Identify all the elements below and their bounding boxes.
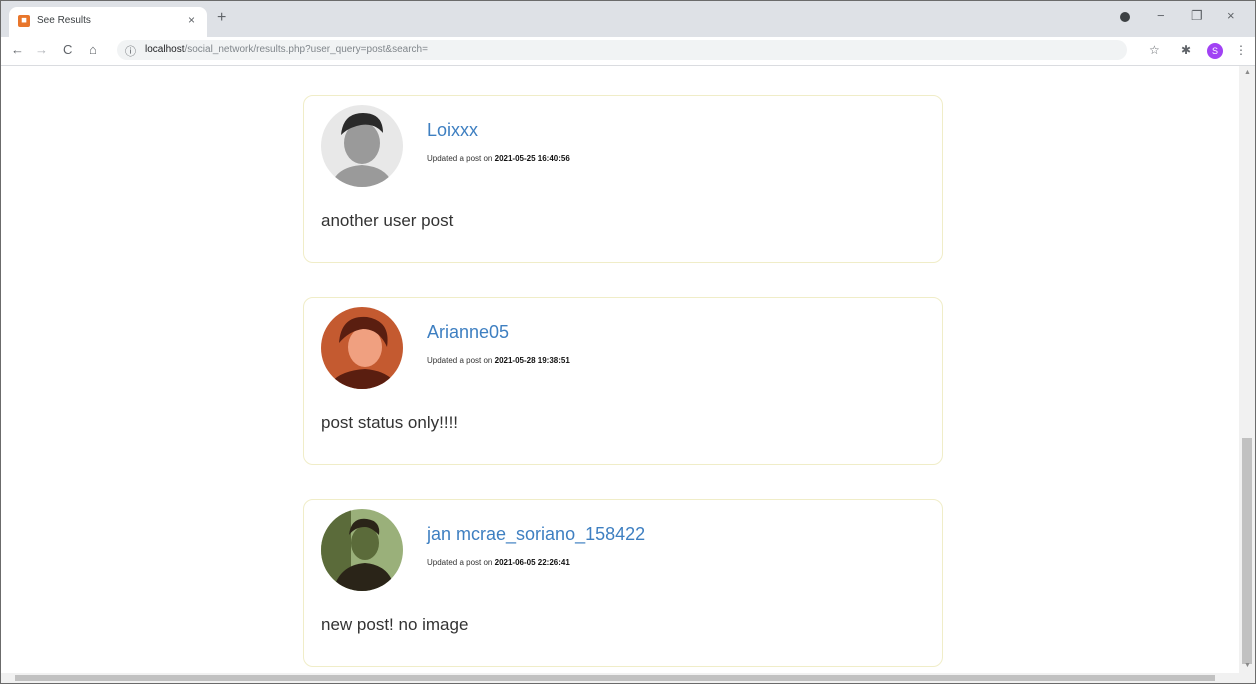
close-window-icon[interactable]: × (1227, 8, 1235, 23)
minimize-icon[interactable]: − (1157, 8, 1165, 23)
extensions-icon[interactable]: ✱ (1181, 43, 1191, 57)
close-tab-icon[interactable]: × (188, 13, 195, 27)
horizontal-scroll-thumb[interactable] (15, 675, 1215, 681)
avatar[interactable] (321, 307, 403, 389)
post-meta: Updated a post on 2021-05-28 19:38:51 (427, 356, 570, 365)
avatar[interactable] (321, 105, 403, 187)
address-bar[interactable]: ⓘ localhost/social_network/results.php?u… (117, 40, 1127, 60)
post-username-link[interactable]: jan mcrae_soriano_158422 (427, 524, 645, 545)
url-path: /social_network/results.php?user_query=p… (184, 44, 428, 55)
avatar-photo (321, 105, 403, 187)
post-meta-prefix: Updated a post on (427, 356, 493, 365)
vertical-scrollbar[interactable]: ▲ ▼ (1239, 66, 1255, 673)
post-card: jan mcrae_soriano_158422 Updated a post … (303, 499, 943, 667)
restore-icon[interactable]: ❐ (1191, 8, 1203, 24)
site-info-icon[interactable]: ⓘ (125, 43, 136, 59)
post-timestamp: 2021-05-28 19:38:51 (494, 356, 570, 365)
post-body: new post! no image (321, 615, 469, 634)
page-content: Loixxx Updated a post on 2021-05-25 16:4… (1, 66, 1239, 673)
post-meta: Updated a post on 2021-05-25 16:40:56 (427, 154, 570, 163)
post-body: another user post (321, 211, 454, 230)
bookmark-star-icon[interactable]: ☆ (1149, 43, 1160, 57)
menu-icon[interactable]: ⋮ (1235, 43, 1247, 57)
post-meta: Updated a post on 2021-06-05 22:26:41 (427, 558, 570, 567)
post-timestamp: 2021-05-25 16:40:56 (494, 154, 570, 163)
avatar-photo (321, 307, 403, 389)
reload-icon[interactable]: C (63, 42, 72, 57)
browser-window: ◼ See Results × + − ❐ × ← → C ⌂ ⓘ localh… (0, 0, 1256, 684)
tab-title: See Results (37, 15, 91, 26)
home-icon[interactable]: ⌂ (89, 42, 97, 57)
forward-icon[interactable]: → (35, 42, 48, 57)
new-tab-icon[interactable]: + (217, 9, 226, 27)
post-username-link[interactable]: Loixxx (427, 120, 478, 141)
profile-avatar[interactable]: S (1207, 43, 1223, 59)
browser-tab[interactable]: ◼ See Results × (9, 7, 207, 37)
post-card: Loixxx Updated a post on 2021-05-25 16:4… (303, 95, 943, 263)
url-text: localhost/social_network/results.php?use… (145, 44, 428, 55)
media-indicator-icon[interactable] (1120, 12, 1130, 22)
url-host: localhost (145, 44, 185, 55)
post-body: post status only!!!! (321, 413, 459, 432)
tab-strip: ◼ See Results × + − ❐ × (1, 1, 1255, 37)
browser-toolbar: ← → C ⌂ ⓘ localhost/social_network/resul… (1, 37, 1255, 66)
favicon-icon: ◼ (18, 15, 30, 27)
post-meta-prefix: Updated a post on (427, 558, 493, 567)
avatar-photo (321, 509, 403, 591)
scroll-down-icon[interactable]: ▼ (1244, 662, 1251, 669)
back-icon[interactable]: ← (11, 42, 24, 57)
post-card: Arianne05 Updated a post on 2021-05-28 1… (303, 297, 943, 465)
avatar[interactable] (321, 509, 403, 591)
post-meta-prefix: Updated a post on (427, 154, 493, 163)
post-username-link[interactable]: Arianne05 (427, 322, 509, 343)
scroll-up-icon[interactable]: ▲ (1244, 69, 1251, 76)
vertical-scroll-thumb[interactable] (1242, 438, 1252, 664)
horizontal-scrollbar[interactable] (1, 673, 1255, 683)
post-timestamp: 2021-06-05 22:26:41 (494, 558, 570, 567)
